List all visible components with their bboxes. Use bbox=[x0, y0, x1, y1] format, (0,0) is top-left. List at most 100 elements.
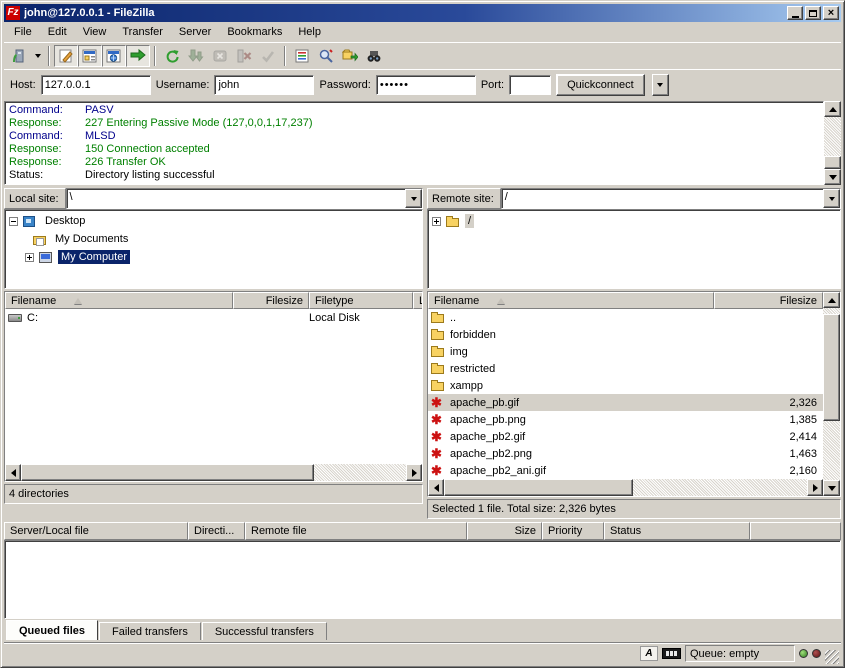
remote-file-row[interactable]: ✱apache_pb2_ani.gif2,160 bbox=[428, 462, 823, 479]
remote-horizontal-scrollbar[interactable] bbox=[428, 479, 823, 496]
remote-file-row[interactable]: img bbox=[428, 343, 823, 360]
local-file-list[interactable]: C: Local Disk bbox=[5, 309, 422, 464]
remote-site-dropdown-button[interactable] bbox=[823, 189, 840, 208]
scroll-up-button[interactable] bbox=[824, 101, 841, 117]
expand-icon[interactable] bbox=[432, 217, 441, 226]
scroll-thumb[interactable] bbox=[21, 464, 314, 481]
column-header-lastmodified[interactable]: L bbox=[413, 292, 422, 309]
close-button[interactable]: × bbox=[823, 6, 839, 20]
filter-button[interactable] bbox=[290, 45, 314, 67]
tree-item-root[interactable]: / bbox=[432, 212, 840, 230]
column-header-server-local-file[interactable]: Server/Local file bbox=[4, 522, 188, 540]
refresh-button[interactable] bbox=[160, 45, 184, 67]
minimize-button[interactable] bbox=[787, 6, 803, 20]
remote-treeview-toggle-button[interactable] bbox=[102, 45, 126, 67]
quickconnect-button[interactable]: Quickconnect bbox=[556, 74, 645, 96]
remote-file-row[interactable]: ✱apache_pb2.png1,463 bbox=[428, 445, 823, 462]
local-treeview-toggle-button[interactable] bbox=[78, 45, 102, 67]
scroll-track[interactable] bbox=[823, 308, 840, 480]
scroll-left-button[interactable] bbox=[5, 464, 21, 481]
maximize-button[interactable] bbox=[805, 6, 821, 20]
local-tree[interactable]: Desktop My Documents My Computer bbox=[4, 209, 423, 289]
data-type-ascii-icon[interactable]: A bbox=[640, 646, 658, 661]
menu-transfer[interactable]: Transfer bbox=[114, 24, 171, 40]
local-horizontal-scrollbar[interactable] bbox=[5, 464, 422, 481]
remote-tree[interactable]: / bbox=[427, 209, 841, 289]
column-header-direction[interactable]: Directi... bbox=[188, 522, 245, 540]
synchronized-browsing-button[interactable] bbox=[338, 45, 362, 67]
site-manager-dropdown-button[interactable] bbox=[31, 45, 44, 67]
tab-successful-transfers[interactable]: Successful transfers bbox=[202, 622, 327, 640]
expand-icon[interactable] bbox=[25, 253, 34, 262]
column-header-filetype[interactable]: Filetype bbox=[309, 292, 413, 309]
scroll-thumb[interactable] bbox=[823, 314, 840, 421]
column-header-remote-file[interactable]: Remote file bbox=[245, 522, 467, 540]
tree-item-my-computer[interactable]: My Computer bbox=[9, 248, 422, 266]
message-log[interactable]: Command:PASV Response:227 Entering Passi… bbox=[4, 101, 824, 185]
menu-edit[interactable]: Edit bbox=[40, 24, 75, 40]
column-header-filename[interactable]: Filename bbox=[5, 292, 233, 309]
disconnect-icon bbox=[236, 48, 252, 64]
scroll-thumb[interactable] bbox=[444, 479, 633, 496]
reconnect-button[interactable] bbox=[256, 45, 280, 67]
log-vertical-scrollbar[interactable] bbox=[824, 101, 841, 185]
username-input[interactable] bbox=[214, 75, 314, 95]
menu-file[interactable]: File bbox=[6, 24, 40, 40]
site-manager-button[interactable] bbox=[7, 45, 31, 67]
menu-server[interactable]: Server bbox=[171, 24, 219, 40]
disconnect-button[interactable] bbox=[232, 45, 256, 67]
tree-item-desktop[interactable]: Desktop bbox=[9, 212, 422, 230]
process-queue-button[interactable] bbox=[184, 45, 208, 67]
column-header-status[interactable]: Status bbox=[604, 522, 750, 540]
column-header-filesize[interactable]: Filesize bbox=[714, 292, 823, 309]
local-site-dropdown-button[interactable] bbox=[405, 189, 422, 208]
filezilla-window: Fz john@127.0.0.1 - FileZilla × File Edi… bbox=[0, 0, 845, 668]
tab-failed-transfers[interactable]: Failed transfers bbox=[99, 622, 201, 640]
scroll-right-button[interactable] bbox=[807, 479, 823, 496]
tab-queued-files[interactable]: Queued files bbox=[6, 620, 98, 640]
collapse-icon[interactable] bbox=[9, 217, 18, 226]
scroll-right-button[interactable] bbox=[406, 464, 422, 481]
transfer-queue-toggle-button[interactable] bbox=[126, 45, 150, 67]
scroll-track[interactable] bbox=[824, 117, 841, 169]
remote-file-row[interactable]: restricted bbox=[428, 360, 823, 377]
remote-site-combo[interactable]: / bbox=[501, 188, 841, 209]
host-input[interactable] bbox=[41, 75, 151, 95]
queue-list[interactable] bbox=[4, 540, 841, 619]
column-header-priority[interactable]: Priority bbox=[542, 522, 604, 540]
scroll-up-button[interactable] bbox=[823, 292, 840, 308]
menu-view[interactable]: View bbox=[75, 24, 115, 40]
resize-grip[interactable] bbox=[825, 650, 839, 664]
tree-item-my-documents[interactable]: My Documents bbox=[9, 230, 422, 248]
find-files-button[interactable] bbox=[362, 45, 386, 67]
scroll-track[interactable] bbox=[21, 464, 406, 481]
quickconnect-dropdown-button[interactable] bbox=[652, 74, 669, 96]
directory-comparison-button[interactable] bbox=[314, 45, 338, 67]
remote-file-row[interactable]: ✱apache_pb.png1,385 bbox=[428, 411, 823, 428]
message-log-toggle-button[interactable] bbox=[54, 45, 78, 67]
column-header-filename[interactable]: Filename bbox=[428, 292, 714, 309]
cancel-operation-button[interactable] bbox=[208, 45, 232, 67]
password-input[interactable] bbox=[376, 75, 476, 95]
local-file-row[interactable]: C: Local Disk bbox=[5, 309, 422, 326]
remote-file-row[interactable]: xampp bbox=[428, 377, 823, 394]
keyboard-badge-icon[interactable] bbox=[662, 648, 681, 659]
remote-file-row[interactable]: forbidden bbox=[428, 326, 823, 343]
port-input[interactable] bbox=[509, 75, 551, 95]
column-header-filesize[interactable]: Filesize bbox=[233, 292, 309, 309]
remote-vertical-scrollbar[interactable] bbox=[823, 292, 840, 496]
remote-file-row-selected[interactable]: ✱apache_pb.gif2,326 bbox=[428, 394, 823, 411]
menu-bookmarks[interactable]: Bookmarks bbox=[219, 24, 290, 40]
scroll-down-button[interactable] bbox=[823, 480, 840, 496]
scroll-left-button[interactable] bbox=[428, 479, 444, 496]
menu-help[interactable]: Help bbox=[290, 24, 329, 40]
title-bar[interactable]: Fz john@127.0.0.1 - FileZilla × bbox=[4, 4, 841, 22]
scroll-thumb[interactable] bbox=[824, 156, 841, 169]
column-header-size[interactable]: Size bbox=[467, 522, 542, 540]
remote-file-row[interactable]: ✱apache_pb2.gif2,414 bbox=[428, 428, 823, 445]
remote-file-list[interactable]: .. forbidden img restricted xampp ✱apach… bbox=[428, 309, 823, 479]
local-site-combo[interactable]: \ bbox=[66, 188, 423, 209]
remote-file-row[interactable]: .. bbox=[428, 309, 823, 326]
scroll-down-button[interactable] bbox=[824, 169, 841, 185]
scroll-track[interactable] bbox=[444, 479, 807, 496]
